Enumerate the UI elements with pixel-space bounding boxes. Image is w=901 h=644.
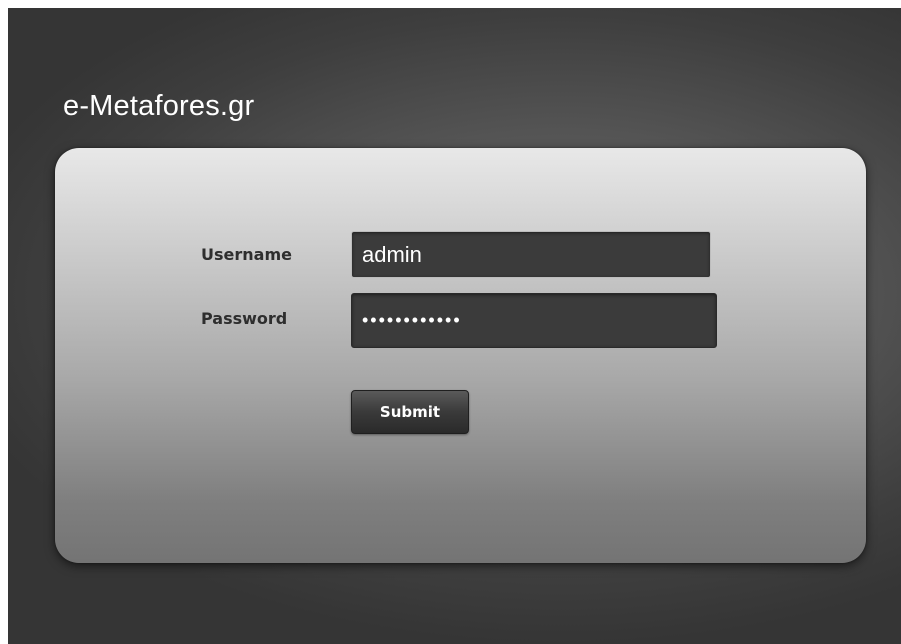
login-panel: Username Password Submit (55, 148, 866, 563)
username-label: Username (201, 245, 292, 264)
site-title: e-Metafores.gr (63, 90, 255, 122)
submit-button[interactable]: Submit (351, 390, 469, 434)
password-label: Password (201, 309, 288, 328)
page-background: e-Metafores.gr Username Password Submit (8, 8, 901, 644)
password-field[interactable] (351, 293, 717, 348)
username-field[interactable] (351, 231, 711, 278)
